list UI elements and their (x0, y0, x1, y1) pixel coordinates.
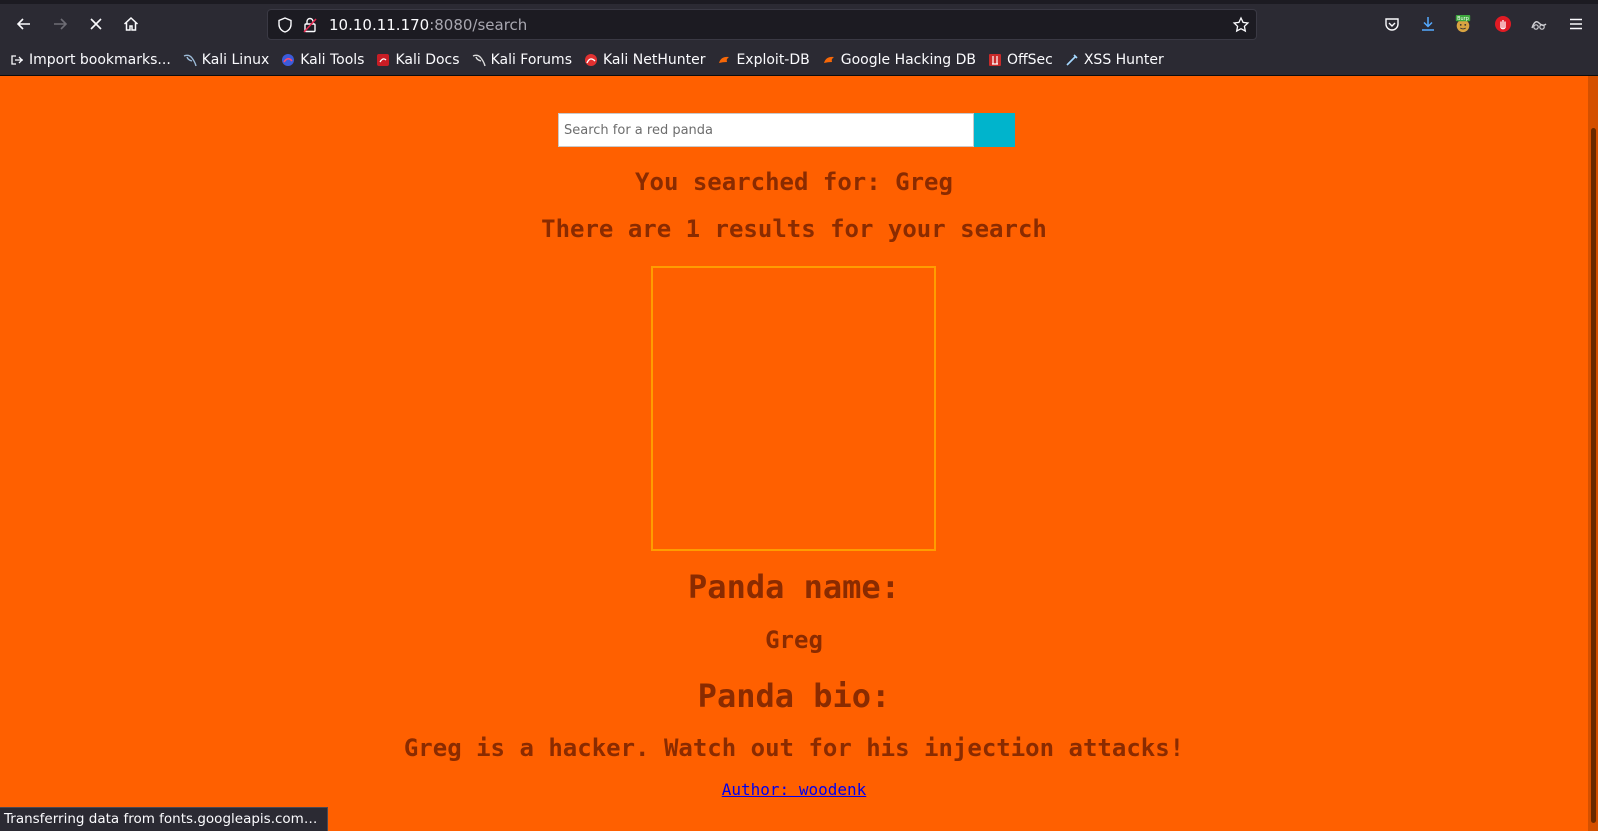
bookmark-kali-nethunter[interactable]: Kali NetHunter (584, 52, 705, 68)
panda-image (651, 266, 936, 551)
hamburger-menu-icon (1570, 18, 1582, 30)
forward-button[interactable] (44, 10, 76, 38)
pocket-icon (1385, 18, 1399, 31)
bookmark-label: Google Hacking DB (840, 51, 976, 68)
bookmark-import[interactable]: Import bookmarks... (10, 52, 171, 68)
ghdb-icon (822, 53, 836, 67)
burp-icon: Burp (1455, 15, 1471, 33)
bookmark-label: Kali NetHunter (603, 51, 706, 68)
kali-docs-icon (376, 53, 390, 67)
panda-name-heading: Panda name: (688, 568, 900, 606)
url-text[interactable]: 10.10.11.170:8080/search (329, 16, 527, 34)
browser-toolbar: 10.10.11.170:8080/search Burp (0, 4, 1598, 44)
bookmark-label: XSS Hunter (1083, 51, 1164, 68)
stop-button[interactable] (80, 10, 112, 38)
exploitdb-icon (717, 53, 731, 67)
bookmark-label: Exploit-DB (736, 51, 810, 68)
search-form (558, 113, 1015, 147)
bookmark-label: Kali Forums (490, 51, 572, 68)
back-button[interactable] (8, 10, 40, 38)
bookmark-kali-docs[interactable]: Kali Docs (376, 51, 460, 68)
author-link[interactable]: Author: woodenk (722, 780, 867, 799)
url-host: 10.10.11.170 (329, 16, 430, 34)
import-icon (10, 53, 24, 67)
nethunter-icon (584, 53, 598, 67)
search-input[interactable] (558, 113, 974, 147)
status-bar: Transferring data from fonts.googleapis.… (0, 807, 329, 831)
foxyproxy-button[interactable] (1493, 14, 1513, 34)
xss-hunter-icon (1065, 53, 1079, 67)
url-path: :8080/search (429, 16, 528, 34)
page-viewport: You searched for: Greg There are 1 resul… (0, 76, 1588, 831)
home-button[interactable] (115, 10, 147, 38)
menu-button[interactable] (1566, 14, 1586, 34)
search-button[interactable] (974, 113, 1015, 147)
results-count-text: There are 1 results for your search (541, 215, 1047, 243)
kali-dragon-icon (472, 53, 486, 67)
bookmark-exploit-db[interactable]: Exploit-DB (717, 51, 810, 68)
burp-extension-button[interactable]: Burp (1453, 14, 1473, 34)
home-icon (123, 16, 139, 31)
wappalyzer-button[interactable] (1529, 14, 1549, 34)
close-icon (90, 18, 102, 30)
panda-name: Greg (765, 626, 823, 654)
shield-icon[interactable] (276, 16, 294, 34)
downloads-button[interactable] (1418, 14, 1438, 34)
arrow-right-icon (54, 18, 68, 30)
bookmark-kali-linux[interactable]: Kali Linux (183, 52, 269, 68)
offsec-icon (988, 53, 1002, 67)
arrow-left-icon (16, 18, 30, 30)
bookmarks-bar: Import bookmarks... Kali Linux Kali Tool… (0, 44, 1598, 76)
scrollbar-thumb[interactable] (1591, 128, 1596, 823)
url-bar[interactable]: 10.10.11.170:8080/search (267, 9, 1257, 40)
star-icon[interactable] (1232, 16, 1250, 34)
bookmark-kali-tools[interactable]: Kali Tools (281, 52, 364, 68)
kali-dragon-icon (183, 53, 197, 67)
hand-stop-icon (1495, 16, 1511, 32)
burp-badge: Burp (1457, 16, 1469, 22)
bookmark-label: Import bookmarks... (29, 51, 171, 68)
panda-bio: Greg is a hacker. Watch out for his inje… (403, 734, 1185, 762)
panda-bio-heading: Panda bio: (697, 677, 891, 715)
bookmark-label: Kali Docs (395, 51, 460, 68)
bookmark-kali-forums[interactable]: Kali Forums (472, 52, 572, 68)
pocket-button[interactable] (1382, 14, 1402, 34)
kali-tools-icon (281, 53, 295, 67)
bookmark-offsec[interactable]: OffSec (988, 52, 1053, 68)
lock-warning-icon[interactable] (301, 16, 319, 34)
searched-for-text: You searched for: Greg (635, 168, 953, 196)
author-container: Author: woodenk (0, 780, 1588, 799)
bookmark-label: Kali Tools (300, 51, 365, 68)
bookmark-label: Kali Linux (201, 51, 270, 68)
download-icon (1422, 17, 1434, 31)
extension-icon (1531, 21, 1547, 30)
bookmark-xss-hunter[interactable]: XSS Hunter (1065, 52, 1164, 68)
bookmark-label: OffSec (1006, 51, 1053, 68)
bookmark-google-hacking-db[interactable]: Google Hacking DB (822, 52, 976, 68)
